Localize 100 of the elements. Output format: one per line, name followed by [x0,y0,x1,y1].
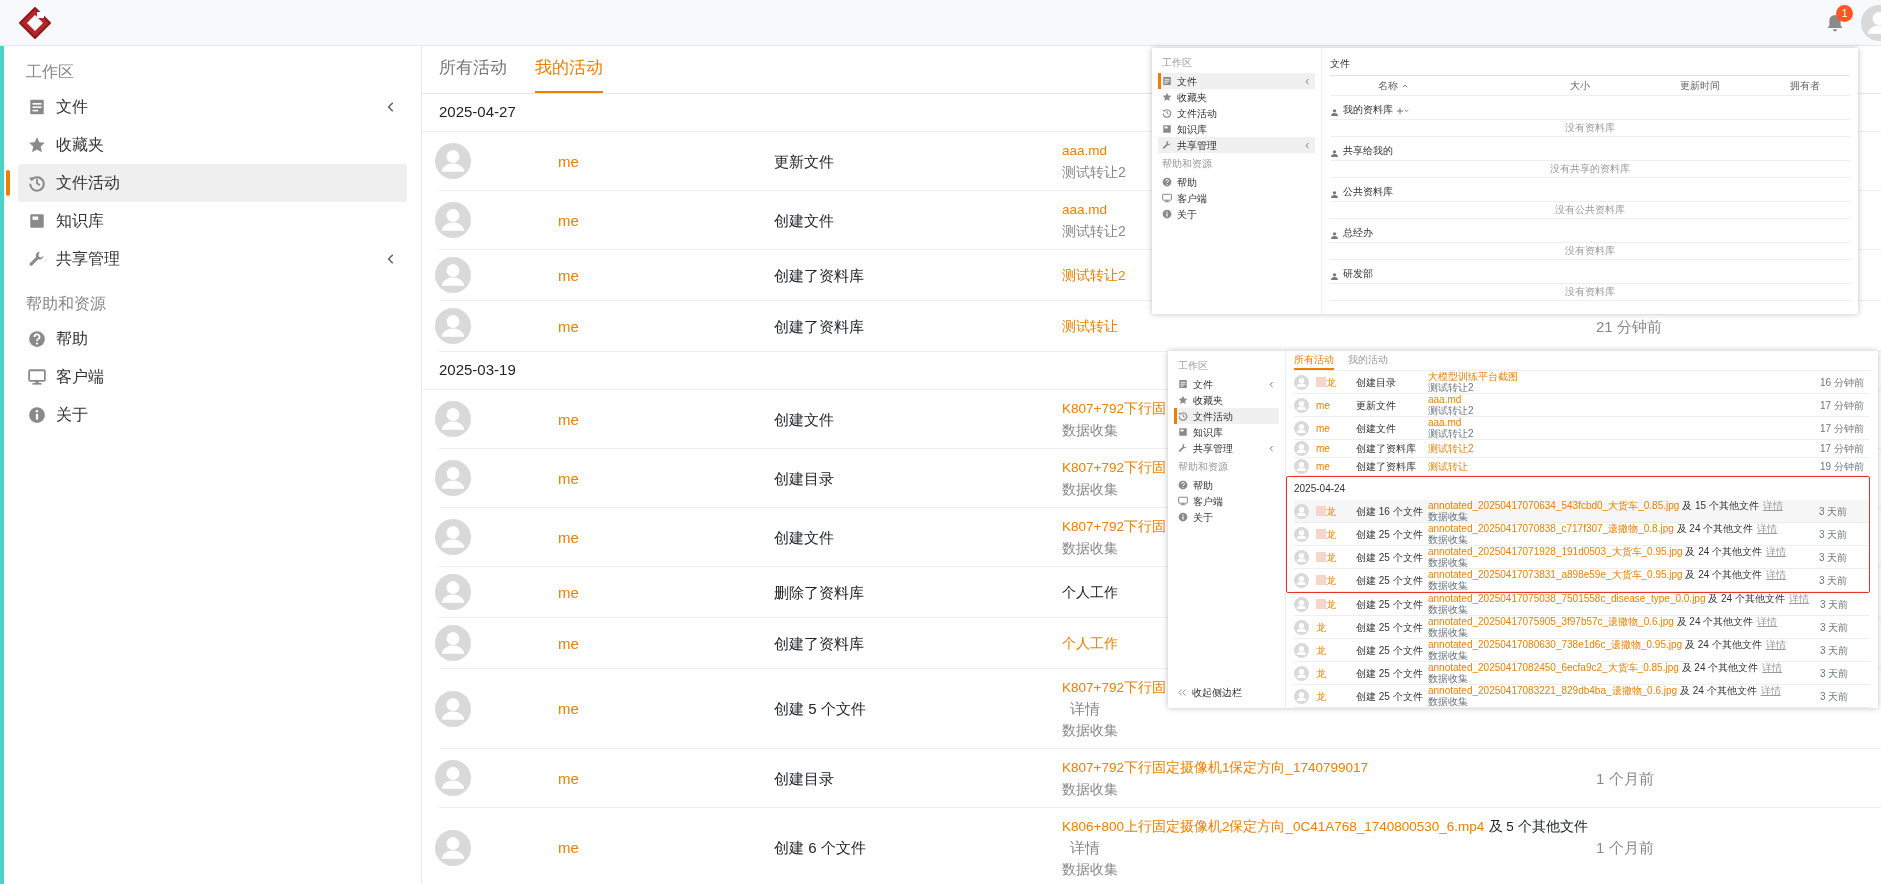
details-link[interactable]: 详情 [1766,569,1787,580]
file-link[interactable]: 测试转让2 [1428,443,1474,454]
user-link[interactable]: 龙 [1326,505,1336,517]
sidebar-item[interactable]: 客户端 [1158,190,1315,206]
sidebar-item[interactable]: 收藏夹 [1174,392,1279,408]
details-link[interactable]: 详情 [1762,500,1783,511]
sidebar-item[interactable]: 客户端 [18,358,407,396]
user-link[interactable]: me [558,839,579,856]
sidebar-item[interactable]: 关于 [1174,509,1279,525]
sidebar-item[interactable]: 收藏夹 [1158,89,1315,105]
user-link[interactable]: me [1316,443,1330,454]
user-link[interactable]: 龙 [1316,690,1326,702]
sidebar-item[interactable]: 知识库 [18,202,407,240]
plus-dropdown-icon[interactable] [1397,105,1409,117]
user-link[interactable]: 龙 [1326,376,1336,388]
file-link[interactable]: 大模型训练平台截图 [1428,371,1518,382]
file-link[interactable]: 测试转让 [1062,319,1118,334]
sidebar-item[interactable]: 关于 [18,396,407,434]
file-link[interactable]: K807+792下行固 [1062,519,1166,534]
file-link[interactable]: K807+792下行固定摄像机1保定方向_1740799017 [1062,760,1369,775]
tab[interactable]: 我的活动 [1348,350,1388,370]
user-link[interactable]: me [558,528,579,546]
sidebar-item[interactable]: 帮助 [1158,174,1315,190]
sidebar-item[interactable]: 知识库 [1174,424,1279,440]
sidebar-item[interactable]: 共享管理 [1174,440,1279,456]
hovered-row[interactable]: 龙 创建 16 个文件 annotated_20250417070634_543fcbd0_大货车_0.85.jpg 及 15 个其他文件 详情 数据收集 3 天前 [1294,500,1869,523]
sidebar-item[interactable]: 文件 [1158,73,1315,89]
user-link[interactable]: me [1316,422,1330,434]
user-link[interactable]: 龙 [1326,574,1336,586]
file-link[interactable]: 测试转让2 [1062,268,1126,283]
user-link[interactable]: 龙 [1326,528,1336,540]
details-link[interactable]: 详情 [1765,639,1786,650]
sidebar-item[interactable]: 帮助 [18,320,407,358]
column-header[interactable]: 大小 [1570,78,1590,93]
user-link[interactable]: me [558,152,579,170]
user-link[interactable]: me [558,769,579,787]
user-link[interactable]: 龙 [1316,644,1326,656]
user-link[interactable]: me [558,469,579,487]
sidebar-item[interactable]: 文件 [1174,376,1279,392]
star-icon [28,136,46,154]
details-link[interactable]: 详情 [1760,685,1781,696]
file-link[interactable]: annotated_20250417075905_3f97b57c_遗撒物_0.6.jpg [1428,616,1674,627]
column-header[interactable]: 名称 [1378,78,1408,93]
user-link[interactable]: me [558,583,579,601]
user-link[interactable]: me [1316,399,1330,411]
file-link[interactable]: aaa.md [1428,394,1462,405]
sidebar-item[interactable]: 关于 [1158,206,1315,222]
sidebar-item[interactable]: 共享管理 [1158,137,1315,153]
sidebar-item[interactable]: 收藏夹 [18,126,407,164]
time-text: 1 个月前 [1596,839,1654,856]
tab[interactable]: 我的活动 [535,45,603,93]
user-link[interactable]: me [558,700,579,717]
sidebar-item[interactable]: 知识库 [1158,121,1315,137]
sidebar-item[interactable]: 帮助 [1174,477,1279,493]
library-name: 数据收集 [1428,650,1468,661]
file-link[interactable]: aaa.md [1428,417,1462,428]
file-link[interactable]: 个人工作 [1062,636,1118,651]
user-link[interactable]: me [1316,461,1330,472]
details-link[interactable]: 详情 [1766,546,1787,557]
tab[interactable]: 所有活动 [439,45,507,93]
details-link[interactable]: 详情 [1062,839,1100,856]
file-link[interactable]: aaa.md [1062,202,1108,217]
user-link[interactable]: me [558,634,579,652]
details-link[interactable]: 详情 [1757,616,1778,627]
user-link[interactable]: 龙 [1326,551,1336,563]
file-link[interactable]: annotated_20250417082450_6ecfa9c2_大货车_0.85.jpg [1428,662,1679,673]
column-header[interactable]: 拥有者 [1790,78,1820,93]
file-link[interactable]: aaa.md [1062,143,1108,158]
sidebar-item[interactable]: 文件活动 [1174,408,1279,424]
file-link[interactable]: annotated_20250417070838_c717f307_遗撒物_0.8.jpg [1428,523,1674,534]
user-link[interactable]: me [558,266,579,284]
column-header[interactable]: 更新时间 [1680,78,1720,93]
file-link[interactable]: annotated_20250417083221_829db4ba_遗撒物_0.6.jpg [1428,685,1678,696]
file-link[interactable]: K806+800上行固定摄像机2保定方向_0C41A768_1740800530_6.mp4 [1062,819,1485,834]
time-text: 21 分钟前 [1596,317,1662,335]
user-link[interactable]: me [558,410,579,428]
user-link[interactable]: 龙 [1326,598,1336,610]
user-link[interactable]: me [558,317,579,335]
file-link[interactable]: annotated_20250417080630_738e1d6c_遗撒物_0.95.jpg [1428,639,1683,650]
user-link[interactable]: 龙 [1316,621,1326,633]
file-link[interactable]: K807+792下行固 [1062,680,1166,695]
details-link[interactable]: 详情 [1788,593,1809,604]
sidebar-item[interactable]: 文件 [18,88,407,126]
collapse-sidebar-button[interactable]: 收起侧边栏 [1174,684,1279,700]
file-link[interactable]: annotated_20250417070634_543fcbd0_大货车_0.85.jpg [1428,500,1680,511]
file-link[interactable]: annotated_20250417071928_191d0503_大货车_0.95.jpg [1428,546,1683,557]
file-link[interactable]: annotated_20250417073831_a898e59e_大货车_0.95.jpg [1428,569,1683,580]
sidebar-item[interactable]: 客户端 [1174,493,1279,509]
sidebar-item[interactable]: 共享管理 [18,240,407,278]
file-link[interactable]: 测试转让 [1428,461,1468,472]
details-link[interactable]: 详情 [1062,700,1100,717]
user-link[interactable]: 龙 [1316,667,1326,679]
sidebar-item[interactable]: 文件活动 [1158,105,1315,121]
user-link[interactable]: me [558,211,579,229]
details-link[interactable]: 详情 [1762,662,1783,673]
file-link[interactable]: K807+792下行固 [1062,460,1166,475]
file-link[interactable]: annotated_20250417075038_7501558c_disease_type_0.0.jpg [1428,593,1706,604]
details-link[interactable]: 详情 [1757,523,1778,534]
tab[interactable]: 所有活动 [1294,350,1334,370]
file-link[interactable]: K807+792下行固 [1062,401,1166,416]
